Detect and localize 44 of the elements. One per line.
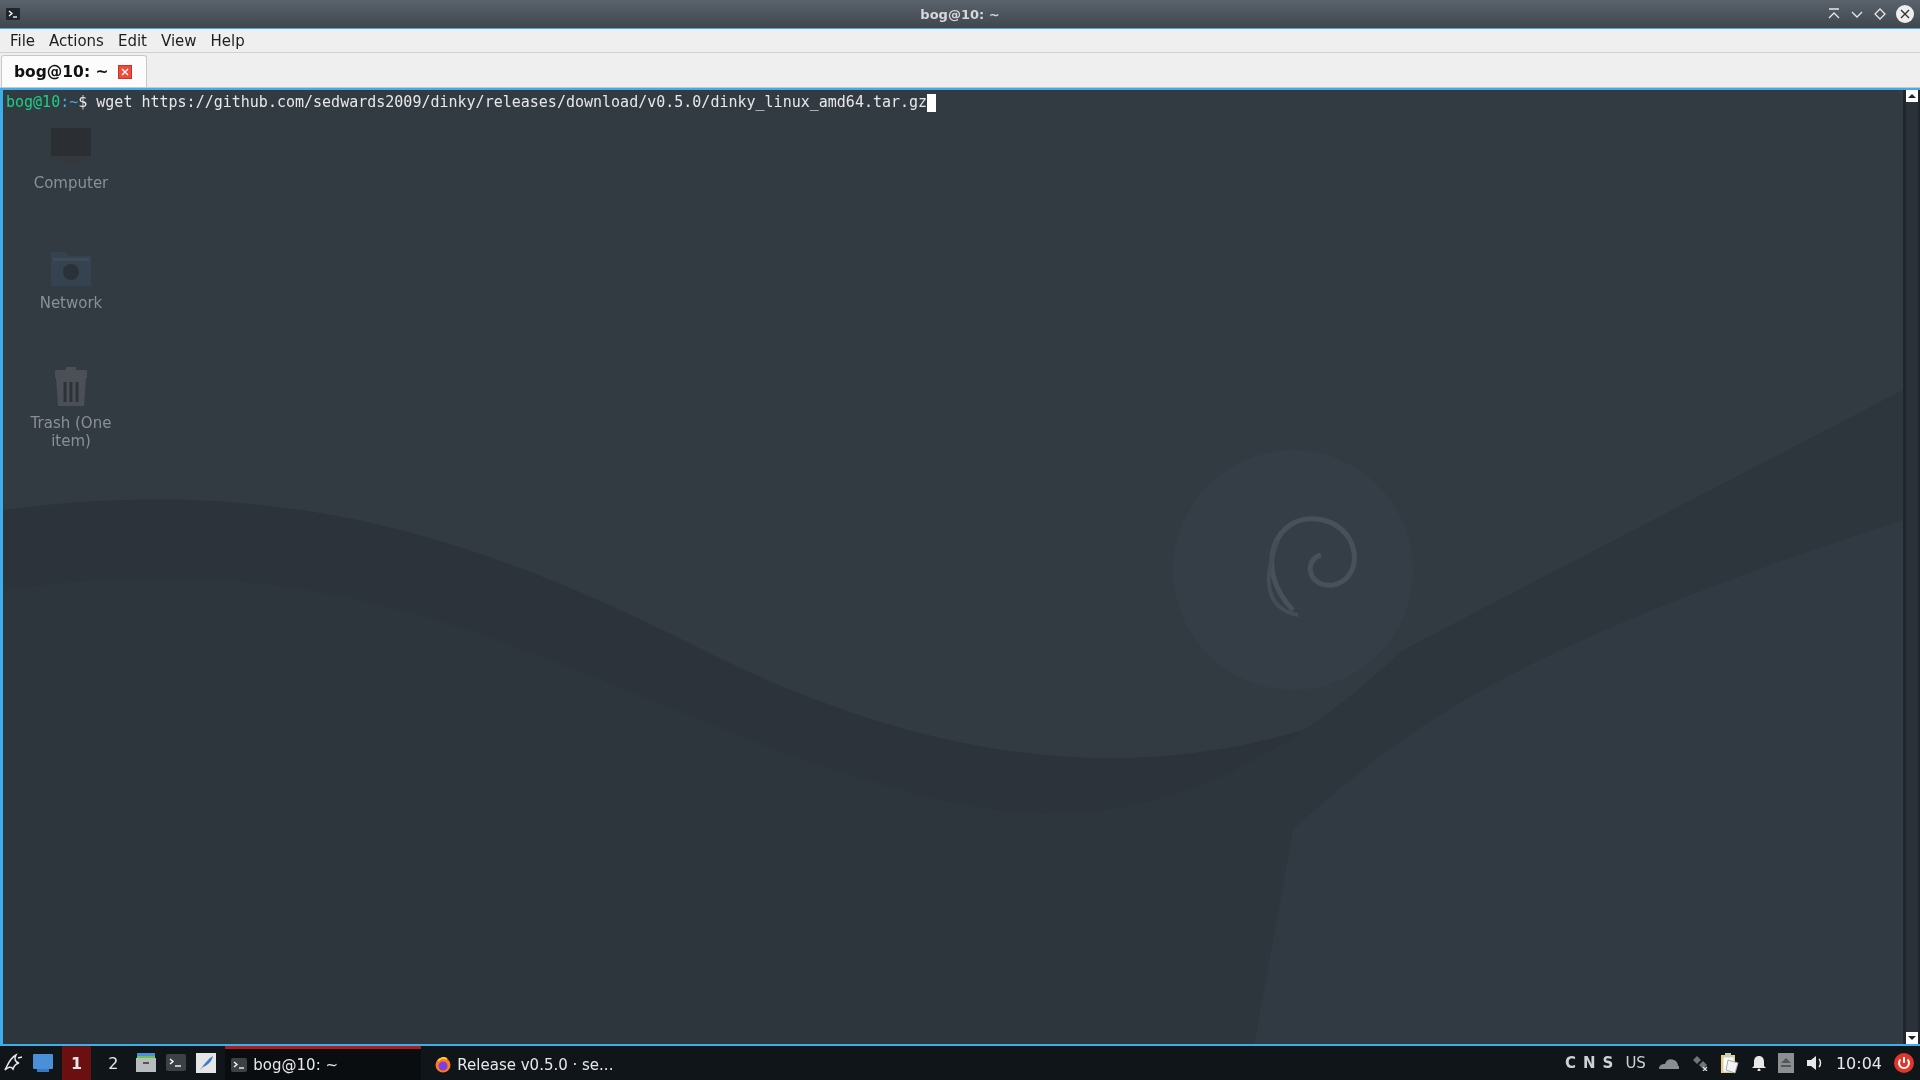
workspace-button[interactable]: 1: [62, 1046, 92, 1080]
network-disconnected-icon[interactable]: [1691, 1055, 1708, 1071]
menu-item[interactable]: File: [3, 31, 43, 50]
lock-indicator: N: [1583, 1054, 1596, 1072]
menu-item[interactable]: View: [153, 31, 204, 50]
text-cursor: [927, 93, 937, 112]
icon-label: Trash (One item): [29, 414, 113, 450]
fox-globe-icon: [435, 1056, 452, 1073]
menu-item[interactable]: Edit: [110, 31, 154, 50]
icon-label: Computer: [32, 174, 110, 192]
command-line: bog@10:~$ wget https://github.com/sedwards2009/dinky/releases/download/v0.5.0/dinky_linux_amd64.tar.gz: [6, 93, 928, 112]
quill-icon[interactable]: [195, 1052, 218, 1074]
lock-indicator: C: [1565, 1054, 1576, 1072]
desktop-icon[interactable]: [32, 1053, 54, 1073]
scroll-down-icon[interactable]: [1906, 1032, 1918, 1044]
maximize-icon[interactable]: [1873, 7, 1887, 21]
workspace-button[interactable]: 2: [99, 1046, 128, 1080]
tab-label: bog@10: ~: [14, 62, 109, 81]
menu-item[interactable]: Help: [203, 31, 252, 50]
terminal-icon[interactable]: [165, 1052, 188, 1074]
terminal-icon: [6, 8, 20, 20]
terminal-icon: [231, 1056, 248, 1073]
lock-indicator: S: [1602, 1054, 1614, 1072]
bird-icon[interactable]: [2, 1052, 24, 1074]
tab[interactable]: bog@10: ~: [1, 55, 147, 87]
close-icon[interactable]: [1896, 5, 1914, 23]
menu-item[interactable]: Actions: [42, 31, 111, 50]
scroll-up-icon[interactable]: [1906, 90, 1918, 102]
bell-icon[interactable]: [1751, 1055, 1766, 1071]
volume-icon[interactable]: [1805, 1055, 1824, 1071]
cloud-icon[interactable]: [1657, 1056, 1680, 1070]
taskbar-task[interactable]: Release v0.5.0 · se...: [429, 1046, 622, 1080]
icon-label: Network: [38, 294, 104, 312]
clipboard-icon[interactable]: [1719, 1052, 1740, 1074]
taskbar-task[interactable]: bog@10: ~: [225, 1046, 422, 1080]
eject-icon[interactable]: [1777, 1053, 1794, 1073]
power-icon[interactable]: [1894, 1053, 1914, 1073]
window-title: bog@10: ~: [920, 6, 1000, 22]
keyboard-layout[interactable]: US: [1625, 1054, 1646, 1072]
close-icon[interactable]: [117, 64, 132, 79]
keep-above-icon[interactable]: [1827, 7, 1841, 21]
scrollbar[interactable]: [1906, 90, 1918, 1044]
file-cabinet-icon[interactable]: [135, 1052, 158, 1074]
clock[interactable]: 10:04: [1835, 1053, 1882, 1073]
